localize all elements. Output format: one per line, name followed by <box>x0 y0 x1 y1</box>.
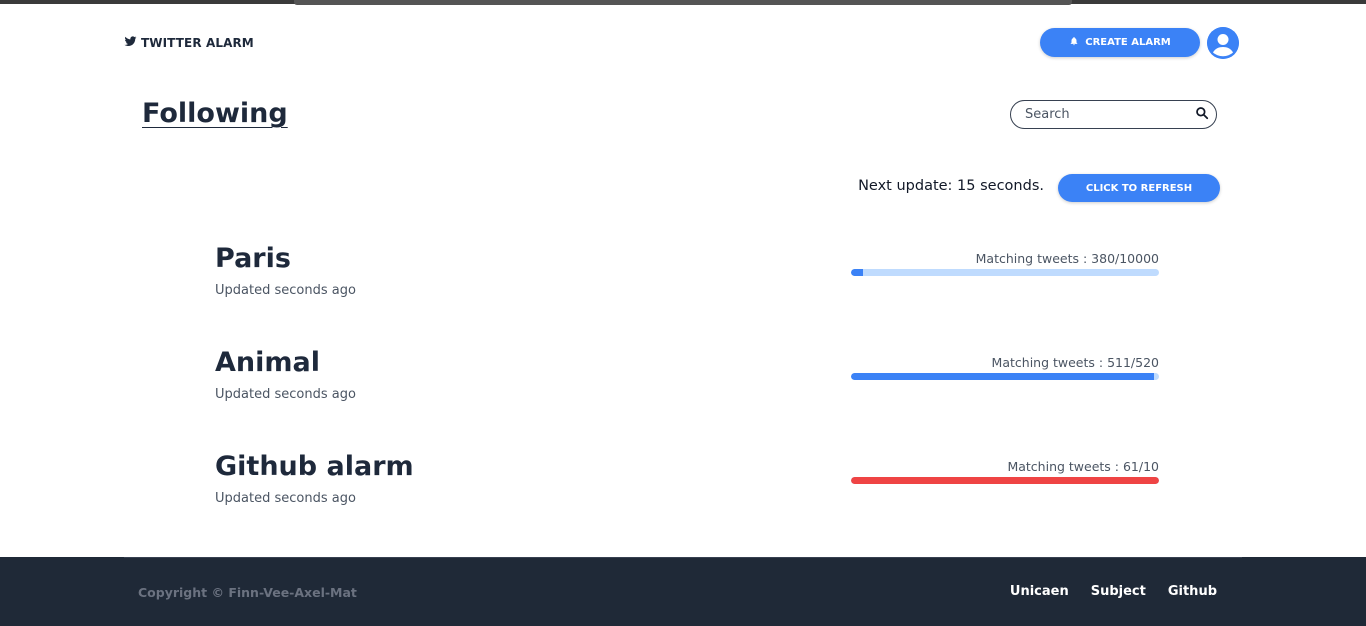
refresh-button[interactable]: CLICK TO REFRESH <box>1058 174 1220 202</box>
alarm-updated: Updated seconds ago <box>215 387 356 402</box>
footer-links: Unicaen Subject Github <box>1010 584 1217 599</box>
alarm-updated: Updated seconds ago <box>215 283 356 298</box>
brand-logo[interactable]: TWITTER ALARM <box>124 35 254 51</box>
search-box[interactable] <box>1010 100 1217 129</box>
footer-divider <box>124 557 1242 558</box>
next-update-text: Next update: 15 seconds. <box>858 178 1044 194</box>
alarm-progress-bar <box>851 269 1159 276</box>
alarm-progress-bar <box>851 373 1159 380</box>
browser-top-strip <box>0 0 1366 7</box>
alarm-progress-fill <box>851 373 1154 380</box>
alarm-item[interactable]: Paris Updated seconds ago Matching tweet… <box>215 243 1159 313</box>
footer: Copyright © Finn-Vee-Axel-Mat Unicaen Su… <box>0 557 1366 626</box>
create-alarm-button[interactable]: CREATE ALARM <box>1040 28 1200 57</box>
footer-link-subject[interactable]: Subject <box>1091 584 1146 599</box>
alarm-count: Matching tweets : 511/520 <box>991 355 1159 370</box>
search-icon[interactable] <box>1195 105 1209 124</box>
avatar[interactable] <box>1207 27 1239 59</box>
footer-link-github[interactable]: Github <box>1168 584 1217 599</box>
twitter-icon <box>124 35 137 51</box>
bell-icon <box>1069 36 1079 49</box>
alarm-item[interactable]: Github alarm Updated seconds ago Matchin… <box>215 451 1159 521</box>
alarm-updated: Updated seconds ago <box>215 491 356 506</box>
browser-top-bar <box>294 0 1072 5</box>
alarm-progress-fill <box>851 477 1159 484</box>
search-input[interactable] <box>1025 107 1195 122</box>
page-title: Following <box>142 98 288 129</box>
alarm-name[interactable]: Animal <box>215 347 320 378</box>
alarm-item[interactable]: Animal Updated seconds ago Matching twee… <box>215 347 1159 417</box>
alarm-progress-bar <box>851 477 1159 484</box>
alarm-name[interactable]: Github alarm <box>215 451 414 482</box>
alarm-count: Matching tweets : 61/10 <box>1007 459 1159 474</box>
footer-link-unicaen[interactable]: Unicaen <box>1010 584 1069 599</box>
user-icon <box>1207 27 1239 59</box>
brand-label: TWITTER ALARM <box>141 36 254 50</box>
copyright-text: Copyright © Finn-Vee-Axel-Mat <box>138 585 357 600</box>
create-alarm-label: CREATE ALARM <box>1085 37 1171 48</box>
alarm-count: Matching tweets : 380/10000 <box>975 251 1159 266</box>
alarm-name[interactable]: Paris <box>215 243 291 274</box>
alarm-progress-fill <box>851 269 863 276</box>
